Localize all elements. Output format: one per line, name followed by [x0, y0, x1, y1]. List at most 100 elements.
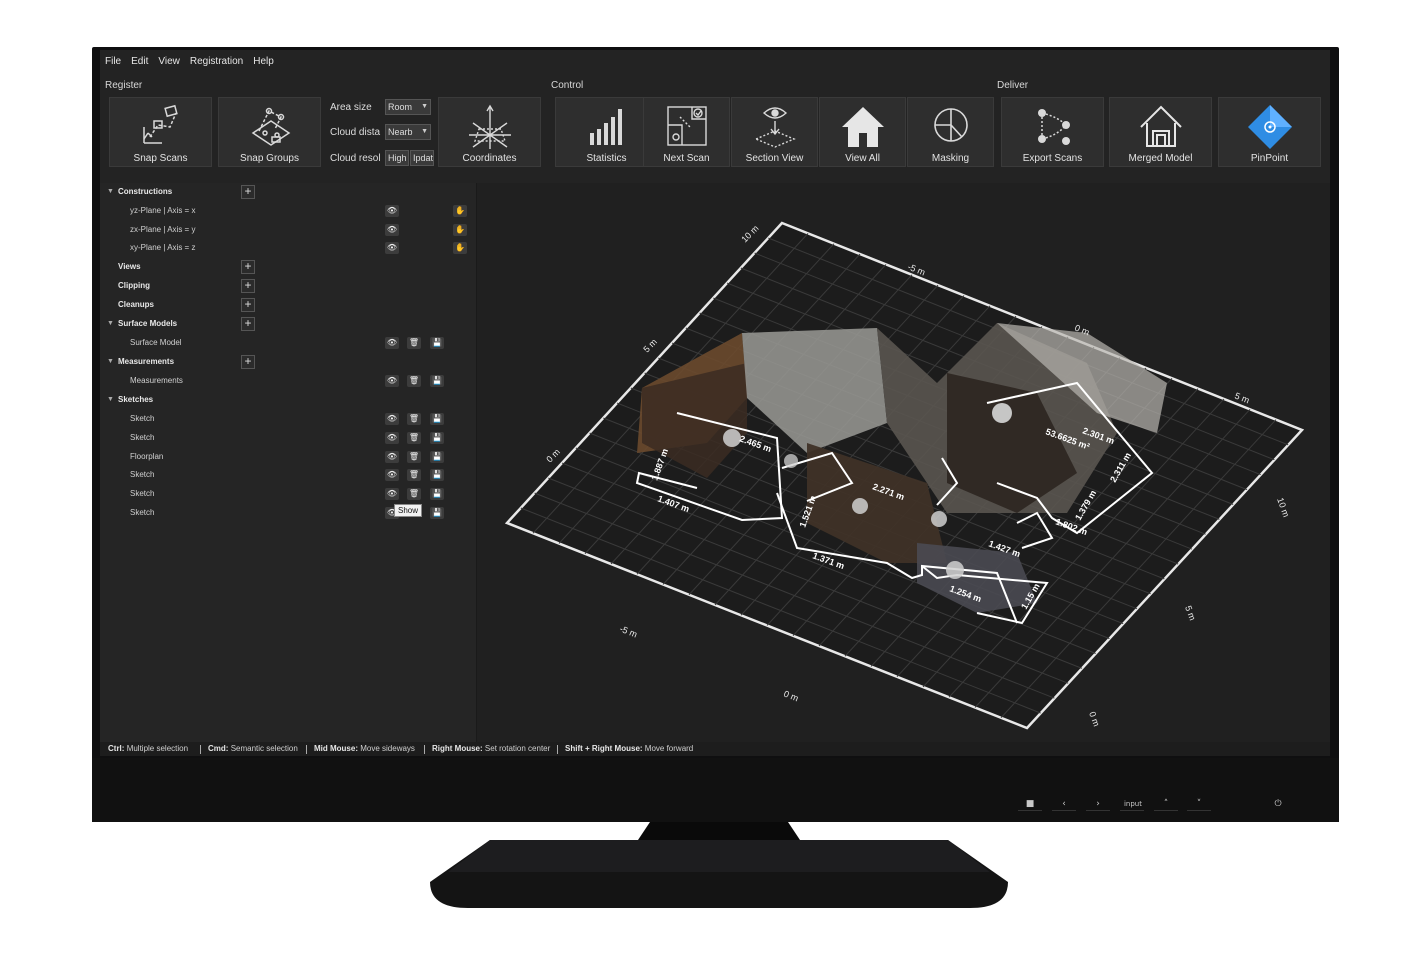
trash-icon[interactable]: 🗑: [407, 337, 421, 349]
section-view-button[interactable]: Section View: [731, 97, 818, 167]
cloud-update-button[interactable]: Ipdat: [410, 150, 434, 166]
scan-marker[interactable]: [784, 454, 798, 468]
tree-item-yz-plane[interactable]: yz-Plane | Axis = x 👁 ✋: [100, 202, 476, 220]
tree-item-label: Sketch: [130, 433, 155, 442]
add-construction-button[interactable]: +: [241, 185, 255, 199]
3d-viewport[interactable]: 10 m -5 m 0 m 5 m 5 m 0 m -5 m 0 m 5 m 1…: [477, 183, 1330, 756]
trash-icon[interactable]: 🗑: [407, 488, 421, 500]
tree-item-sketch[interactable]: Sketch 👁 🗑 💾: [100, 410, 476, 428]
tree-item-sketch[interactable]: Sketch 👁 🗑 💾: [100, 429, 476, 447]
save-icon[interactable]: 💾: [430, 432, 444, 444]
save-icon[interactable]: 💾: [430, 488, 444, 500]
save-icon[interactable]: 💾: [430, 451, 444, 463]
chevron-up-icon[interactable]: ˄: [1154, 798, 1178, 810]
menu-file[interactable]: File: [100, 56, 126, 67]
tree-item-xy-plane[interactable]: xy-Plane | Axis = z 👁 ✋: [100, 239, 476, 257]
chevron-left-icon[interactable]: ‹: [1052, 798, 1076, 810]
scan-marker[interactable]: [723, 429, 741, 447]
masking-button[interactable]: Masking: [907, 97, 994, 167]
power-icon[interactable]: ⏻: [1266, 798, 1290, 810]
chevron-down-icon[interactable]: ˅: [1187, 798, 1211, 810]
add-view-button[interactable]: +: [241, 260, 255, 274]
view-all-button[interactable]: View All: [819, 97, 906, 167]
eye-icon[interactable]: 👁: [385, 469, 399, 481]
area-size-select[interactable]: Room ▼: [385, 99, 431, 115]
eye-icon[interactable]: 👁: [385, 488, 399, 500]
input-hw-button[interactable]: input: [1120, 798, 1146, 810]
trash-icon[interactable]: 🗑: [407, 413, 421, 425]
caret-down-icon[interactable]: ▼: [107, 183, 114, 201]
monitor-stand: [430, 822, 1008, 908]
tree-sketches[interactable]: ▼ Sketches: [100, 391, 476, 409]
next-scan-label: Next Scan: [663, 153, 710, 164]
add-measurement-button[interactable]: +: [241, 355, 255, 369]
cloud-distance-select[interactable]: Nearb ▼: [385, 124, 431, 140]
export-scans-button[interactable]: Export Scans: [1001, 97, 1104, 167]
tree-clipping[interactable]: Clipping +: [100, 277, 476, 295]
tree-sketches-label: Sketches: [118, 395, 154, 404]
menu-view[interactable]: View: [153, 56, 185, 67]
add-cleanup-button[interactable]: +: [241, 298, 255, 312]
tree-item-surface-model[interactable]: Surface Model 👁 🗑 💾: [100, 334, 476, 352]
save-icon[interactable]: 💾: [430, 337, 444, 349]
hand-icon[interactable]: ✋: [453, 205, 467, 217]
trash-icon[interactable]: 🗑: [407, 469, 421, 481]
eye-icon[interactable]: 👁: [385, 413, 399, 425]
eye-icon[interactable]: 👁: [385, 375, 399, 387]
tree-item-label: Sketch: [130, 508, 155, 517]
menu-edit[interactable]: Edit: [126, 56, 153, 67]
hand-icon[interactable]: ✋: [453, 242, 467, 254]
app-window: File Edit View Registration Help Registe…: [100, 50, 1330, 756]
tree-measurements[interactable]: ▼ Measurements +: [100, 353, 476, 371]
scan-marker[interactable]: [931, 511, 947, 527]
tree-cleanups[interactable]: Cleanups +: [100, 296, 476, 314]
chevron-right-icon[interactable]: ›: [1086, 798, 1110, 810]
merged-model-button[interactable]: Merged Model: [1109, 97, 1212, 167]
trash-icon[interactable]: 🗑: [407, 451, 421, 463]
tree-item-zx-plane[interactable]: zx-Plane | Axis = y 👁 ✋: [100, 221, 476, 239]
eye-icon[interactable]: 👁: [385, 242, 399, 254]
save-icon[interactable]: 💾: [430, 375, 444, 387]
grid-label: 0 m: [1087, 710, 1102, 728]
cloud-resolution-select[interactable]: High: [385, 150, 409, 166]
eye-icon[interactable]: 👁: [385, 451, 399, 463]
tree-item-floorplan[interactable]: Floorplan 👁 🗑 💾: [100, 448, 476, 466]
scan-marker[interactable]: [946, 561, 964, 579]
eye-icon[interactable]: 👁: [385, 432, 399, 444]
scan-marker[interactable]: [852, 498, 868, 514]
next-scan-button[interactable]: Next Scan: [643, 97, 730, 167]
snap-groups-button[interactable]: Snap Groups: [218, 97, 321, 167]
menu-help[interactable]: Help: [248, 56, 279, 67]
caret-down-icon[interactable]: ▼: [107, 391, 114, 409]
tree-item-sketch[interactable]: Sketch 👁 🗑 💾: [100, 466, 476, 484]
floorplan-3d-scene[interactable]: 10 m -5 m 0 m 5 m 5 m 0 m -5 m 0 m 5 m 1…: [477, 183, 1330, 756]
tree-constructions[interactable]: ▼ Constructions +: [100, 183, 476, 201]
trash-icon[interactable]: 🗑: [407, 375, 421, 387]
tree-surface-models[interactable]: ▼ Surface Models +: [100, 315, 476, 333]
eye-icon[interactable]: 👁: [385, 224, 399, 236]
eye-icon[interactable]: 👁: [385, 205, 399, 217]
snap-scans-button[interactable]: Snap Scans: [109, 97, 212, 167]
add-clipping-button[interactable]: +: [241, 279, 255, 293]
pinpoint-button[interactable]: PinPoint: [1218, 97, 1321, 167]
trash-icon[interactable]: 🗑: [407, 432, 421, 444]
eye-icon[interactable]: 👁: [385, 337, 399, 349]
scan-marker[interactable]: [992, 403, 1012, 423]
caret-down-icon[interactable]: ▼: [107, 353, 114, 371]
tree-item-sketch[interactable]: Sketch 👁 🗑 💾: [100, 485, 476, 503]
hand-icon[interactable]: ✋: [453, 224, 467, 236]
caret-down-icon[interactable]: ▼: [107, 315, 114, 333]
menu-registration[interactable]: Registration: [185, 56, 248, 67]
add-surface-model-button[interactable]: +: [241, 317, 255, 331]
save-icon[interactable]: 💾: [430, 413, 444, 425]
save-icon[interactable]: 💾: [430, 469, 444, 481]
area-size-value: Room: [388, 102, 413, 112]
save-icon[interactable]: 💾: [430, 507, 444, 519]
group-control-label: Control: [551, 80, 584, 91]
menu-hw-button[interactable]: ■: [1018, 798, 1042, 810]
tree-views[interactable]: Views +: [100, 258, 476, 276]
tree-item-measurements[interactable]: Measurements 👁 🗑 💾: [100, 372, 476, 390]
export-scans-label: Export Scans: [1022, 153, 1083, 164]
divider: [200, 745, 201, 754]
coordinates-button[interactable]: Coordinates: [438, 97, 541, 167]
